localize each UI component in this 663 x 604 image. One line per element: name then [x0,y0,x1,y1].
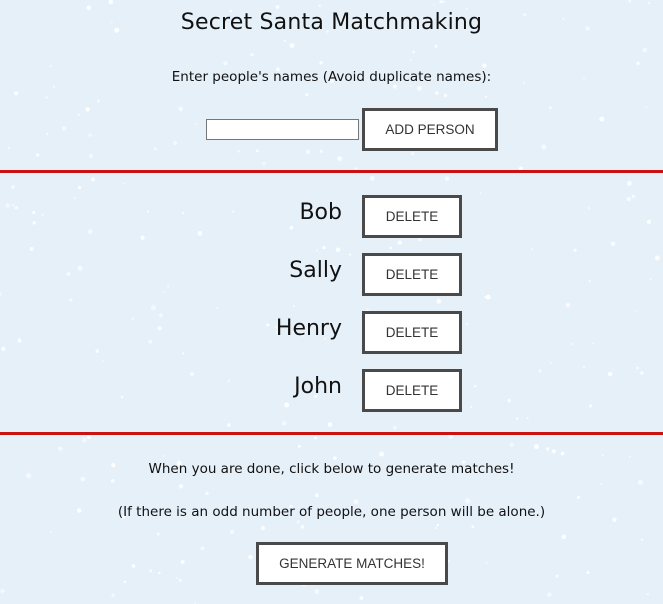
delete-person-button[interactable]: DELETE [362,195,462,238]
generate-matches-button[interactable]: GENERATE MATCHES! [256,542,448,585]
delete-person-button[interactable]: DELETE [362,369,462,412]
delete-person-button[interactable]: DELETE [362,253,462,296]
person-name: Sally [289,258,342,283]
person-name-input[interactable] [206,119,359,140]
odd-number-note: (If there is an odd number of people, on… [117,504,546,520]
add-person-button[interactable]: ADD PERSON [362,108,498,151]
person-name: Henry [275,316,342,341]
person-name: Bob [299,200,342,225]
done-instructions-text: When you are done, click below to genera… [148,461,515,477]
divider-top [0,170,663,173]
person-name: John [294,374,342,399]
delete-person-button[interactable]: DELETE [362,311,462,354]
instructions-text: Enter people's names (Avoid duplicate na… [171,69,492,85]
divider-bottom [0,432,663,435]
page-title: Secret Santa Matchmaking [180,10,483,35]
page-content: Secret Santa Matchmaking Enter people's … [0,0,663,604]
